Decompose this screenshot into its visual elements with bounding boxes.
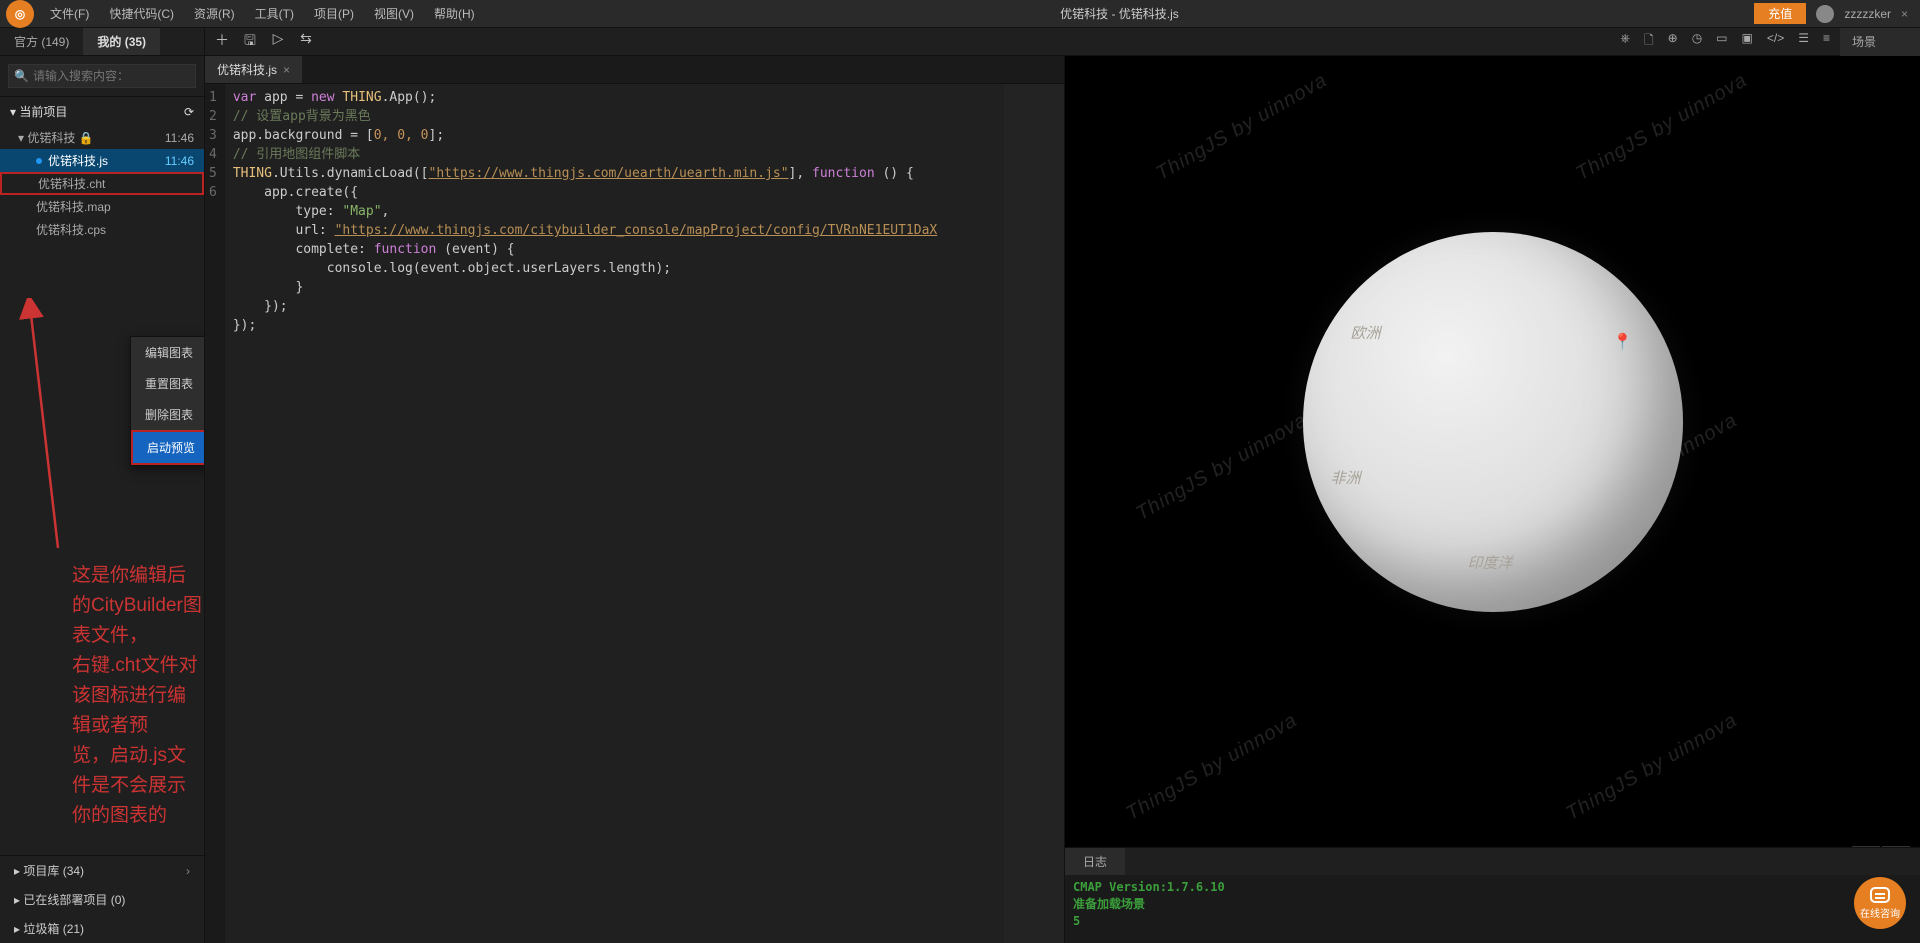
globe-label-africa: 非洲 (1331, 467, 1361, 488)
ctx-edit-chart[interactable]: 编辑图表 (131, 337, 204, 368)
chat-fab[interactable]: 在线咨询 (1854, 877, 1906, 929)
window-icon[interactable]: ▣ (1742, 31, 1753, 52)
watermark: ThingJS by uinnova (1122, 709, 1301, 826)
file-tree: ▾ 优锘科技 🔒 11:46 优锘科技.js 11:46 优锘科技.cht 优锘… (0, 126, 204, 855)
log-line: 准备加载场景 (1073, 896, 1912, 913)
cube-icon[interactable]: ⎈ (1620, 31, 1630, 52)
project-header: 当前项目 (19, 105, 67, 119)
watermark: ThingJS by uinnova (1132, 409, 1311, 526)
code-icon[interactable]: </> (1767, 31, 1784, 52)
watermark: ThingJS by uinnova (1572, 69, 1751, 186)
doc-icon[interactable]: 🗋 (1644, 31, 1654, 52)
avatar[interactable] (1816, 5, 1834, 23)
menu-resource[interactable]: 资源(R) (184, 0, 245, 28)
scene-tab[interactable]: 场景 (1840, 28, 1920, 56)
new-file-icon[interactable]: ＋ (215, 30, 229, 54)
preview-canvas[interactable]: ThingJS by uinnova ThingJS by uinnova Th… (1065, 56, 1920, 847)
search-icon: 🔍 (14, 69, 29, 83)
ctx-delete-chart[interactable]: 删除图表 (131, 399, 204, 430)
close-tab-icon[interactable]: × (283, 63, 290, 77)
watermark: ThingJS by uinnova (1562, 709, 1741, 826)
watermark: ThingJS by uinnova (1152, 69, 1331, 186)
code-body[interactable]: var app = new THING.App(); // 设置app背景为黑色… (225, 84, 945, 943)
file-map[interactable]: 优锘科技.map (0, 195, 204, 218)
log-line: 5 (1073, 913, 1912, 930)
menubar: ◎ 文件(F) 快捷代码(C) 资源(R) 工具(T) 项目(P) 视图(V) … (0, 0, 1920, 28)
tree-root[interactable]: ▾ 优锘科技 🔒 11:46 (0, 126, 204, 149)
save-icon[interactable]: 🖫 (243, 30, 257, 54)
file-js[interactable]: 优锘科技.js 11:46 (0, 149, 204, 172)
annotation-arrow (18, 298, 78, 558)
search-input[interactable] (8, 64, 196, 88)
cat-trash[interactable]: ▸ 垃圾箱 (21) (0, 914, 204, 943)
globe[interactable]: 欧洲 非洲 印度洋 📍 (1303, 232, 1683, 612)
app-logo: ◎ (6, 0, 34, 28)
tab-official[interactable]: 官方 (149) (0, 28, 83, 55)
cat-project-lib[interactable]: ▸ 项目库 (34) › (0, 856, 204, 885)
focus-icon[interactable]: ⛶ (1882, 846, 1910, 847)
log-tab[interactable]: 日志 (1065, 848, 1125, 875)
main-area: 🔍 ▾ 当前项目 ⟳ ▾ 优锘科技 🔒 11:46 优锘科技.js 11:46 … (0, 56, 1920, 943)
close-icon[interactable]: × (1901, 7, 1908, 21)
menu-tool[interactable]: 工具(T) (245, 0, 304, 28)
sidebar-footer: ▸ 项目库 (34) › ▸ 已在线部署项目 (0) ▸ 垃圾箱 (21) (0, 855, 204, 943)
preview-panel: ThingJS by uinnova ThingJS by uinnova Th… (1065, 56, 1920, 943)
window-title: 优锘科技 - 优锘科技.js (485, 5, 1755, 22)
refresh-icon[interactable]: ⟳ (184, 105, 194, 119)
chevron-right-icon: › (186, 864, 190, 878)
menu-project[interactable]: 项目(P) (304, 0, 364, 28)
context-menu: 编辑图表 重置图表 删除图表 启动预览 (130, 336, 204, 466)
globe-label-indian: 印度洋 (1468, 552, 1513, 573)
code-editor[interactable]: 1 2 3 4 5 6 var app = new THING.App(); /… (205, 84, 1064, 943)
run-icon[interactable]: ▷ (271, 30, 285, 54)
log-tabs: 日志 (1065, 847, 1920, 875)
log-line: CMAP Version:1.7.6.10 (1073, 879, 1912, 896)
username: zzzzzker (1844, 7, 1891, 21)
minimap[interactable] (1004, 84, 1064, 943)
map-pin-icon: 📍 (1613, 332, 1633, 352)
globe-icon[interactable]: ⊕ (1668, 31, 1678, 52)
tab-mine[interactable]: 我的 (35) (83, 28, 160, 55)
log-body: CMAP Version:1.7.6.10 准备加载场景 5 (1065, 875, 1920, 943)
columns-icon[interactable]: ☰ (1798, 31, 1809, 52)
menu-shortcut[interactable]: 快捷代码(C) (99, 0, 184, 28)
settings-icon[interactable]: ≡ (1823, 31, 1830, 52)
secondary-bar: 官方 (149) 我的 (35) ＋ 🖫 ▷ ⇆ ⎈ 🗋 ⊕ ◷ ▭ ▣ </>… (0, 28, 1920, 56)
menu-file[interactable]: 文件(F) (40, 0, 99, 28)
panel-icon[interactable]: ▭ (1716, 31, 1727, 52)
menu-help[interactable]: 帮助(H) (424, 0, 485, 28)
menu-view[interactable]: 视图(V) (364, 0, 424, 28)
recharge-button[interactable]: 充值 (1754, 3, 1806, 24)
file-cps[interactable]: 优锘科技.cps (0, 218, 204, 241)
ctx-reset-chart[interactable]: 重置图表 (131, 368, 204, 399)
globe-label-europe: 欧洲 (1351, 322, 1381, 343)
sidebar: 🔍 ▾ 当前项目 ⟳ ▾ 优锘科技 🔒 11:46 优锘科技.js 11:46 … (0, 56, 205, 943)
root-time: 11:46 (165, 131, 194, 145)
share-icon[interactable]: ⇆ (299, 30, 313, 54)
editor-tab-active[interactable]: 优锘科技.js × (205, 56, 302, 83)
ctx-start-preview[interactable]: 启动预览 (131, 430, 204, 465)
chat-icon (1870, 887, 1890, 903)
cat-deployed[interactable]: ▸ 已在线部署项目 (0) (0, 885, 204, 914)
file-cht[interactable]: 优锘科技.cht (0, 172, 204, 195)
annotation-text: 这是你编辑后的CityBuilder图表文件， 右键.cht文件对该图标进行编辑… (72, 561, 204, 831)
expand-icon[interactable]: ⤢ (1852, 846, 1880, 847)
clock-icon[interactable]: ◷ (1692, 31, 1702, 52)
line-gutter: 1 2 3 4 5 6 (205, 84, 225, 943)
editor-pane: 优锘科技.js × 1 2 3 4 5 6 var app = new THIN… (205, 56, 1065, 943)
